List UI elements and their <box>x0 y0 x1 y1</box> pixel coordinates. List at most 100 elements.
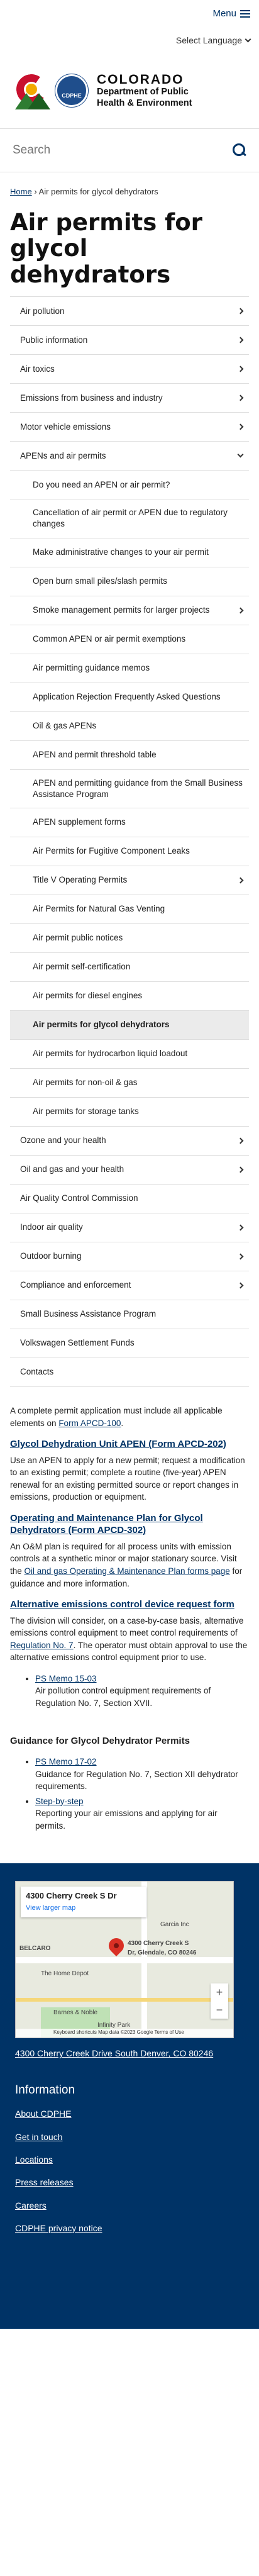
apcd-202-link[interactable]: Glycol Dehydration Unit APEN (Form APCD-… <box>10 1439 226 1449</box>
nav-item[interactable]: Emissions from business and industry <box>10 384 249 413</box>
chevron-right-icon[interactable] <box>237 607 244 614</box>
breadcrumb-home-link[interactable]: Home <box>10 187 32 196</box>
language-selector[interactable]: Select Language <box>0 28 259 53</box>
nav-item-label: Title V Operating Permits <box>33 875 128 885</box>
nav-item[interactable]: Air permits for diesel engines <box>10 982 249 1012</box>
nav-item[interactable]: Cancellation of air permit or APEN due t… <box>10 499 249 538</box>
chevron-right-icon[interactable] <box>237 1166 244 1173</box>
nav-item-label: Cancellation of air permit or APEN due t… <box>33 508 228 529</box>
nav-item[interactable]: Air Permits for Fugitive Component Leaks <box>10 837 249 867</box>
chevron-right-icon[interactable] <box>237 337 244 343</box>
chevron-right-icon[interactable] <box>237 1137 244 1144</box>
nav-item[interactable]: Common APEN or air permit exemptions <box>10 625 249 654</box>
nav-item-label: Ozone and your health <box>20 1135 106 1146</box>
form-apcd-100-link[interactable]: Form APCD-100 <box>58 1419 121 1428</box>
nav-item[interactable]: Open burn small piles/slash permits <box>10 567 249 596</box>
chevron-right-icon[interactable] <box>237 1224 244 1231</box>
site-logo[interactable]: CDPHE COLORADO Department of Public Heal… <box>0 53 259 128</box>
nav-item-label: Make administrative changes to your air … <box>33 547 209 557</box>
nav-item[interactable]: Smoke management permits for larger proj… <box>10 596 249 625</box>
alt-control-form-link[interactable]: Alternative emissions control device req… <box>10 1599 234 1610</box>
nav-item-label: Air permitting guidance memos <box>33 662 150 672</box>
nav-item[interactable]: Air Quality Control Commission <box>10 1185 249 1214</box>
site-footer: 4300 Cherry Creek S Dr View larger map 4… <box>0 1863 259 2329</box>
nav-item-label: Air permit self-certification <box>33 962 131 972</box>
chevron-right-icon[interactable] <box>237 423 244 430</box>
main-content: A complete permit application must inclu… <box>0 1387 259 1832</box>
footer-info-title: Information <box>15 2083 75 2097</box>
nav-item[interactable]: Contacts <box>10 1358 249 1388</box>
nav-item[interactable]: Volkswagen Settlement Funds <box>10 1329 249 1359</box>
apcd-302-link[interactable]: Operating and Maintenance Plan for Glyco… <box>10 1513 203 1536</box>
nav-item-label: Air permits for hydrocarbon liquid loado… <box>33 1049 188 1059</box>
ps-memo-17-02-link[interactable]: PS Memo 17-02 <box>35 1757 97 1766</box>
nav-item[interactable]: Indoor air quality <box>10 1213 249 1243</box>
nav-item-label: Indoor air quality <box>20 1222 83 1232</box>
search-input[interactable] <box>13 143 201 157</box>
zoom-out-icon[interactable]: − <box>211 2001 228 2019</box>
chevron-right-icon[interactable] <box>237 394 244 401</box>
nav-item[interactable]: Do you need an APEN or air permit? <box>10 471 249 500</box>
nav-item[interactable]: Outdoor burning <box>10 1242 249 1272</box>
chevron-right-icon[interactable] <box>237 365 244 372</box>
nav-item[interactable]: Oil and gas and your health <box>10 1156 249 1185</box>
chevron-down-icon <box>245 36 251 42</box>
nav-item[interactable]: Air permit public notices <box>10 924 249 954</box>
chevron-right-icon[interactable] <box>237 1282 244 1289</box>
nav-item[interactable]: Air pollution <box>10 297 249 326</box>
nav-item-label: Public information <box>20 335 88 345</box>
regulation-7-link[interactable]: Regulation No. 7 <box>10 1641 74 1650</box>
nav-item[interactable]: APENs and air permits <box>10 442 249 471</box>
nav-item[interactable]: Public information <box>10 326 249 355</box>
nav-item[interactable]: Air permits for non-oil & gas <box>10 1069 249 1098</box>
nav-item-label: Do you need an APEN or air permit? <box>33 479 170 489</box>
footer-link[interactable]: CDPHE privacy notice <box>15 2222 244 2234</box>
nav-item[interactable]: Air permitting guidance memos <box>10 654 249 683</box>
nav-item[interactable]: Air permit self-certification <box>10 953 249 983</box>
step-by-step-link[interactable]: Step-by-step <box>35 1797 84 1806</box>
nav-item[interactable]: Make administrative changes to your air … <box>10 538 249 567</box>
view-larger-map-link[interactable]: View larger map <box>26 1904 75 1912</box>
nav-item-label: Air Quality Control Commission <box>20 1193 138 1203</box>
location-map[interactable]: 4300 Cherry Creek S Dr View larger map 4… <box>15 1881 234 2039</box>
nav-item-label: Air permits for glycol dehydrators <box>33 1020 170 1030</box>
chevron-right-icon[interactable] <box>237 877 244 884</box>
nav-item[interactable]: Compliance and enforcement <box>10 1271 249 1301</box>
chevron-right-icon[interactable] <box>237 308 244 315</box>
nav-item[interactable]: Motor vehicle emissions <box>10 413 249 442</box>
nav-item[interactable]: Air permits for hydrocarbon liquid loado… <box>10 1040 249 1069</box>
nav-item-label: Oil and gas and your health <box>20 1164 124 1174</box>
nav-item[interactable]: APEN and permitting guidance from the Sm… <box>10 770 249 809</box>
nav-item[interactable]: Oil & gas APENs <box>10 712 249 741</box>
nav-item[interactable]: Air Permits for Natural Gas Venting <box>10 895 249 925</box>
footer-link[interactable]: Press releases <box>15 2176 244 2188</box>
footer-link[interactable]: About CDPHE <box>15 2107 244 2120</box>
intro-paragraph: A complete permit application must inclu… <box>10 1406 223 1428</box>
chevron-down-icon[interactable] <box>237 451 244 458</box>
nav-item[interactable]: APEN and permit threshold table <box>10 741 249 770</box>
nav-item-label: APEN and permit threshold table <box>33 749 157 759</box>
map-place-label: Garcia Inc <box>160 1921 189 1929</box>
nav-item[interactable]: Application Rejection Frequently Asked Q… <box>10 683 249 712</box>
search-icon[interactable] <box>233 143 246 157</box>
footer-address-link[interactable]: 4300 Cherry Creek Drive South Denver, CO… <box>15 2047 244 2060</box>
nav-item[interactable]: Air permits for storage tanks <box>10 1098 249 1127</box>
map-pin-icon[interactable] <box>106 1935 127 1957</box>
footer-link[interactable]: Get in touch <box>15 2131 244 2143</box>
chevron-right-icon[interactable] <box>237 1253 244 1260</box>
ps-memo-15-03-link[interactable]: PS Memo 15-03 <box>35 1674 97 1683</box>
logo-text: COLORADO Department of Public Health & E… <box>93 72 192 109</box>
footer-link[interactable]: Locations <box>15 2153 244 2166</box>
nav-item[interactable]: Air toxics <box>10 355 249 384</box>
nav-item[interactable]: Title V Operating Permits <box>10 866 249 896</box>
footer-link[interactable]: Careers <box>15 2199 244 2212</box>
list-item: PS Memo 15-03 Air pollution control equi… <box>35 1673 249 1710</box>
nav-item[interactable]: Ozone and your health <box>10 1127 249 1156</box>
menu-button[interactable]: Menu <box>212 7 250 21</box>
om-plan-forms-link[interactable]: Oil and gas Operating & Maintenance Plan… <box>25 1566 230 1576</box>
zoom-in-icon[interactable]: + <box>211 1983 228 2001</box>
nav-item[interactable]: Air permits for glycol dehydrators <box>10 1011 249 1040</box>
nav-item-label: Emissions from business and industry <box>20 393 163 403</box>
nav-item[interactable]: Small Business Assistance Program <box>10 1300 249 1330</box>
nav-item[interactable]: APEN supplement forms <box>10 808 249 838</box>
